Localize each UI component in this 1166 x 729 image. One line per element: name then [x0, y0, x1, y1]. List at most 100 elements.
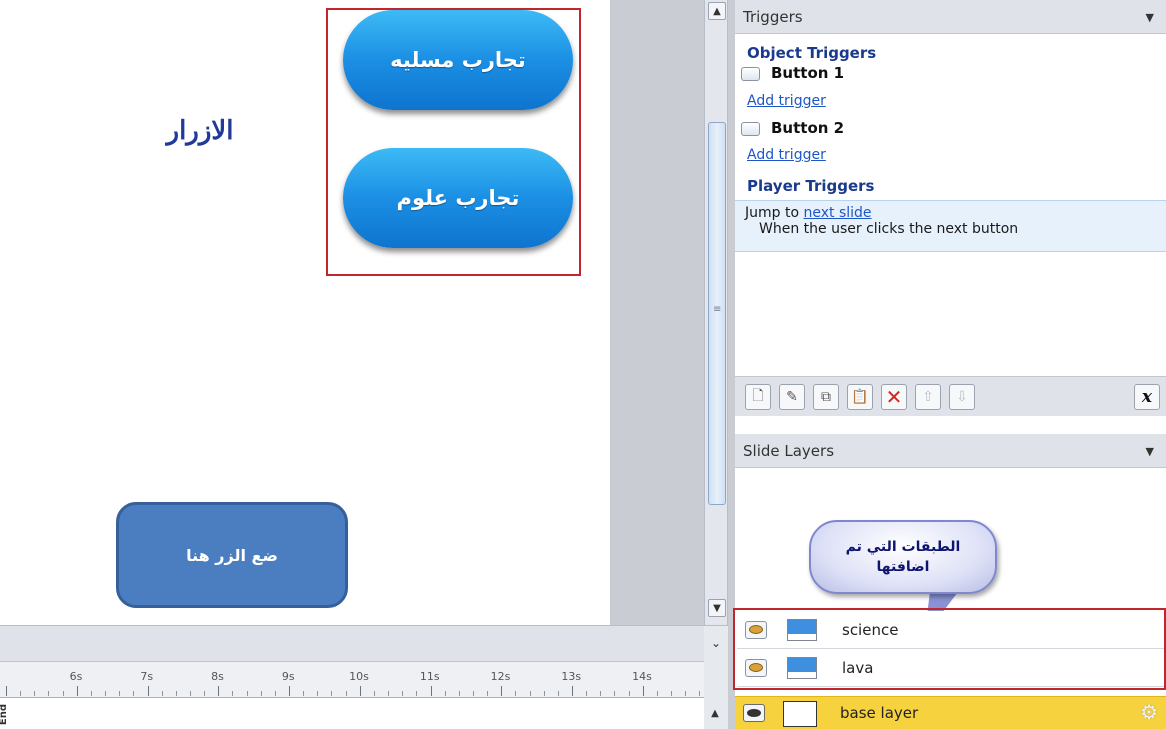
triggers-panel: Triggers ▼ Object Triggers Button 1 Add … — [735, 0, 1166, 420]
annotation-callout: الطبقات التي تم اضافتها — [809, 520, 997, 594]
slide-layers-title: Slide Layers — [743, 441, 835, 460]
ruler-tick — [6, 686, 7, 696]
delete-icon[interactable]: ✕ — [881, 384, 907, 410]
ruler-tick — [586, 691, 588, 696]
ruler-tick — [331, 691, 333, 696]
object-triggers-heading: Object Triggers — [747, 44, 877, 62]
ruler-tick — [515, 691, 517, 696]
ruler-tick — [317, 691, 319, 696]
ruler-tick — [685, 691, 687, 696]
ruler-tick — [34, 691, 36, 696]
ruler-tick — [218, 686, 220, 696]
timeline-ruler[interactable]: 6s 7s 8s 9s 10s 11s 12s 13s 14s — [0, 662, 704, 698]
object-toggle-icon[interactable] — [741, 67, 760, 81]
trigger-object-button-1[interactable]: Button 1 — [735, 64, 1166, 86]
timeline-header — [0, 626, 704, 662]
ruler-tick — [161, 691, 163, 696]
canvas-vertical-scrollbar[interactable]: ▲ ≡ ▼ — [704, 0, 728, 625]
chevron-down-icon[interactable]: ▼ — [1146, 445, 1154, 458]
ruler-tick — [373, 691, 375, 696]
ruler-tick — [416, 691, 418, 696]
ruler-tick — [246, 691, 248, 696]
scroll-down-icon[interactable]: ▼ — [708, 599, 726, 617]
ruler-tick — [260, 691, 262, 696]
move-down-icon[interactable]: ⇩ — [949, 384, 975, 410]
ruler-tick — [62, 691, 64, 696]
copy-icon[interactable]: ⧉ — [813, 384, 839, 410]
timeline-rows[interactable] — [0, 698, 704, 729]
object-toggle-icon[interactable] — [741, 122, 760, 136]
ruler-tick — [189, 691, 191, 696]
scroll-thumb[interactable]: ≡ — [708, 122, 726, 505]
ruler-tick — [572, 686, 573, 696]
ruler-tick — [175, 691, 177, 696]
layer-name: base layer — [840, 704, 919, 722]
timeline-tick-label: 14s — [632, 670, 652, 683]
triggers-panel-title: Triggers — [743, 7, 803, 26]
scroll-up-icon[interactable]: ▲ — [708, 2, 726, 20]
drop-target-button[interactable]: ضع الزر هنا — [116, 502, 348, 608]
layer-row-base[interactable]: base layer ⚙ — [735, 696, 1166, 729]
ruler-tick — [600, 691, 602, 696]
timeline-tick-label: 7s — [140, 670, 154, 683]
ruler-tick — [642, 686, 644, 696]
ruler-tick — [105, 691, 107, 696]
slide-heading: الازرار — [166, 116, 234, 146]
scroll-up-icon[interactable]: ▲ — [706, 704, 724, 722]
ruler-tick — [90, 691, 92, 696]
layers-highlight-frame — [733, 608, 1166, 690]
paste-icon[interactable]: 📋 — [847, 384, 873, 410]
slide-canvas[interactable]: الازرار تجارب مسليه تجارب علوم ضع الزر ه… — [0, 0, 610, 625]
eye-icon[interactable] — [743, 704, 765, 722]
slide-layers-header[interactable]: Slide Layers ▼ — [735, 434, 1166, 468]
ruler-tick — [557, 691, 559, 696]
trigger-condition: When the user clicks the next button — [759, 221, 1019, 237]
player-trigger-item[interactable]: Jump to next slide When the user clicks … — [735, 200, 1166, 252]
ruler-tick — [232, 691, 234, 696]
move-up-icon[interactable]: ⇧ — [915, 384, 941, 410]
trigger-object-button-2[interactable]: Button 2 — [735, 119, 1166, 141]
trigger-target-link[interactable]: next slide — [803, 205, 871, 221]
layer-thumbnail — [783, 701, 817, 727]
timeline-tick-label: 13s — [561, 670, 582, 683]
timeline-tick-label: 11s — [419, 670, 440, 683]
ruler-tick — [656, 691, 658, 696]
ruler-tick — [628, 691, 630, 696]
ruler-tick — [458, 691, 460, 696]
ruler-tick — [76, 686, 78, 696]
chevron-down-icon[interactable]: ⌄ — [704, 636, 728, 656]
slide-button-1[interactable]: تجارب مسليه — [343, 10, 573, 110]
triggers-panel-header[interactable]: Triggers ▼ — [735, 0, 1166, 34]
ruler-tick — [529, 691, 531, 696]
add-trigger-link-2[interactable]: Add trigger — [735, 147, 1166, 163]
ruler-tick — [303, 691, 305, 696]
ruler-tick — [699, 691, 701, 696]
canvas-background — [610, 0, 704, 625]
gear-icon[interactable]: ⚙ — [1140, 700, 1158, 724]
ruler-tick — [472, 691, 474, 696]
ruler-tick — [388, 691, 390, 696]
chevron-down-icon[interactable]: ▼ — [1146, 11, 1154, 24]
variables-button[interactable]: x — [1134, 384, 1160, 410]
new-trigger-icon[interactable]: 🗋 — [745, 384, 771, 410]
timeline-tick-label: 12s — [490, 670, 511, 683]
ruler-tick — [274, 691, 276, 696]
ruler-tick — [430, 686, 432, 696]
ruler-tick — [402, 691, 404, 696]
grip-icon: ≡ — [713, 304, 722, 315]
ruler-tick — [444, 691, 446, 696]
ruler-tick — [345, 691, 347, 696]
timeline-tick-label: 9s — [281, 670, 295, 683]
timeline-tick-label: 6s — [69, 670, 83, 683]
ruler-tick — [119, 691, 121, 696]
add-trigger-link-1[interactable]: Add trigger — [735, 93, 1166, 109]
ruler-tick — [359, 686, 361, 696]
ruler-tick — [133, 691, 135, 696]
ruler-tick — [543, 691, 545, 696]
trigger-toolbar: 🗋 ✎ ⧉ 📋 ✕ ⇧ ⇩ x — [735, 376, 1166, 416]
edit-trigger-icon[interactable]: ✎ — [779, 384, 805, 410]
slide-button-2[interactable]: تجارب علوم — [343, 148, 573, 248]
trigger-action: Jump to — [745, 205, 800, 221]
ruler-tick — [671, 691, 673, 696]
ruler-tick — [501, 686, 503, 696]
